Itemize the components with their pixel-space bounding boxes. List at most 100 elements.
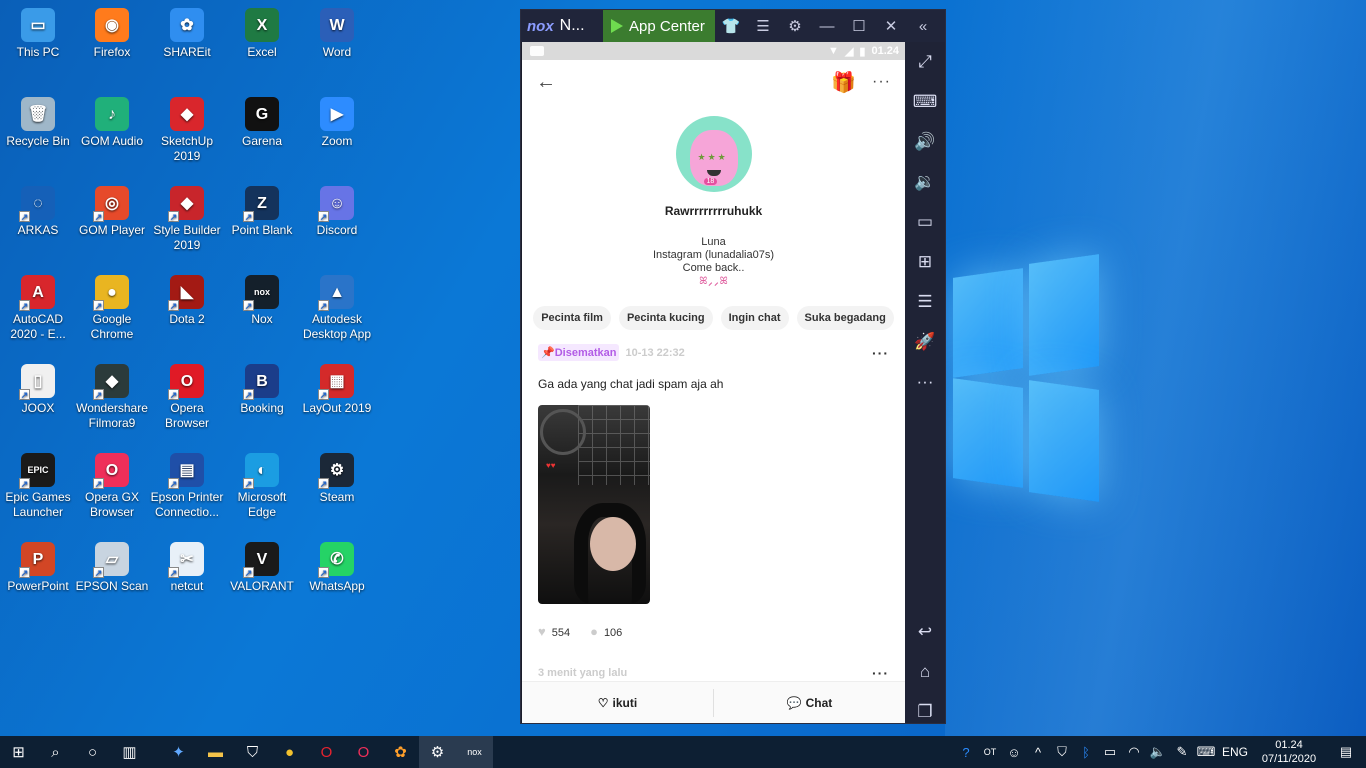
nox-tab[interactable]: nox N... [521, 17, 603, 35]
close-icon[interactable]: ✕ [875, 10, 907, 42]
volume-up-icon[interactable]: 🔊 [905, 122, 945, 162]
dropbox-icon[interactable]: ✦ [160, 736, 197, 768]
task-view-icon[interactable]: ▥ [111, 736, 148, 768]
more-options-icon[interactable]: ··· [872, 73, 891, 91]
action-center-icon[interactable]: ▤ [1326, 744, 1366, 760]
security-shield-icon[interactable]: ⛉ [234, 736, 271, 768]
android-recents-icon[interactable]: ❐ [905, 692, 945, 732]
follow-button[interactable]: ♡ ikuti [522, 696, 713, 710]
desktop-icon[interactable]: A ↗ AutoCAD 2020 - E... [0, 275, 76, 342]
people-icon[interactable]: ☺ [1002, 745, 1026, 760]
desktop-icon[interactable]: ◎ ↗ GOM Player [74, 186, 150, 238]
start-windows-icon[interactable]: ⊞ [0, 736, 37, 768]
desktop-icon[interactable]: ▯ ↗ JOOX [0, 364, 76, 416]
desktop-icon[interactable]: ◆ SketchUp 2019 [149, 97, 225, 164]
desktop-icon[interactable]: O ↗ Opera Browser [149, 364, 225, 431]
desktop-icon[interactable]: ✿ SHAREit [149, 8, 225, 60]
desktop-icon[interactable]: P ↗ PowerPoint [0, 542, 76, 594]
touch-keyboard-icon[interactable]: ⌨ [1194, 744, 1218, 760]
minimize-icon[interactable]: — [811, 10, 843, 42]
language-indicator[interactable]: ENG [1218, 745, 1252, 759]
android-back-icon[interactable]: ↩ [905, 612, 945, 652]
interest-tag[interactable]: Ingin chat [720, 306, 789, 330]
gift-icon[interactable]: 🎁 [831, 70, 856, 95]
interest-tag[interactable]: Suka begadang [796, 306, 894, 330]
volume-down-icon[interactable]: 🔉 [905, 162, 945, 202]
comment-button[interactable]: ● 106 [590, 624, 622, 639]
desktop-icon[interactable]: ◆ ↗ Wondershare Filmora9 [74, 364, 150, 431]
like-button[interactable]: ♥ 554 [538, 624, 570, 639]
desktop-icon[interactable]: ◐ ↗ Microsoft Edge [224, 453, 300, 520]
desktop-icon[interactable]: V ↗ VALORANT [224, 542, 300, 594]
desktop-icon[interactable]: EPIC ↗ Epic Games Launcher [0, 453, 76, 520]
opera-gx-taskbar-icon[interactable]: O [345, 736, 382, 768]
settings-taskbar-icon[interactable]: ⚙ [419, 736, 456, 768]
wifi-tray-icon[interactable]: ◠ [1122, 744, 1146, 760]
post-more-icon[interactable]: ··· [872, 665, 889, 681]
desktop-icon[interactable]: ▶ Zoom [299, 97, 375, 149]
rocket-icon[interactable]: 🚀 [905, 322, 945, 362]
screen-icon[interactable]: ▭ [905, 202, 945, 242]
desktop-icon[interactable]: ✂ ↗ netcut [149, 542, 225, 594]
collapse-sidebar-icon[interactable]: « [907, 10, 939, 42]
more-tools-icon[interactable]: ··· [905, 362, 945, 402]
multi-instance-icon[interactable]: ☰ [905, 282, 945, 322]
search-icon[interactable]: ⌕ [37, 736, 74, 768]
apk-install-icon[interactable]: ⊞ [905, 242, 945, 282]
cortana-icon[interactable]: ○ [74, 736, 111, 768]
back-arrow-icon[interactable]: ← [536, 71, 556, 94]
file-explorer-icon[interactable]: ▬ [197, 736, 234, 768]
desktop-icon[interactable]: 🗑 Recycle Bin [0, 97, 76, 149]
desktop-icon[interactable]: B ↗ Booking [224, 364, 300, 416]
shareit-taskbar-icon[interactable]: ✿ [382, 736, 419, 768]
desktop-icon[interactable]: nox ↗ Nox [224, 275, 300, 327]
defender-icon[interactable]: ⛉ [1050, 744, 1074, 760]
fullscreen-icon[interactable]: ⤢ [905, 42, 945, 82]
pen-icon[interactable]: ✎ [1170, 744, 1194, 760]
desktop-icon[interactable]: ▭ This PC [0, 8, 76, 60]
opera-taskbar-icon[interactable]: O [308, 736, 345, 768]
chat-button[interactable]: 💬 Chat [714, 696, 905, 710]
desktop-icon[interactable]: ♪ GOM Audio [74, 97, 150, 149]
interest-tag[interactable]: Pecinta film [533, 306, 611, 330]
desktop-icon[interactable]: ◆ ↗ Style Builder 2019 [149, 186, 225, 253]
desktop-icon[interactable]: ◣ ↗ Dota 2 [149, 275, 225, 327]
nox-taskbar-icon[interactable]: nox [456, 736, 493, 768]
bluetooth-icon[interactable]: ᛒ [1074, 745, 1098, 760]
desktop-icon[interactable]: ✆ ↗ WhatsApp [299, 542, 375, 594]
nox-title-bar[interactable]: nox N... App Center 👕 ☰ ⚙ — ☐ ✕ « [521, 10, 945, 42]
avatar[interactable]: ★★★ 18 [675, 116, 752, 192]
desktop-icon[interactable]: ◉ Firefox [74, 8, 150, 60]
nox-emulator-window[interactable]: nox N... App Center 👕 ☰ ⚙ — ☐ ✕ « ▼ ◢ ▮ … [520, 9, 946, 724]
app-center-tab[interactable]: App Center [603, 10, 715, 42]
desktop-icon[interactable]: ● ↗ Google Chrome [74, 275, 150, 342]
taskbar-clock[interactable]: 01.24 07/11/2020 [1252, 738, 1326, 766]
keyboard-icon[interactable]: ⌨ [905, 82, 945, 122]
desktop-icon[interactable]: ▱ ↗ EPSON Scan [74, 542, 150, 594]
desktop-icon[interactable]: ▦ ↗ LayOut 2019 [299, 364, 375, 416]
desktop-icon[interactable]: ☺ ↗ Discord [299, 186, 375, 238]
android-home-icon[interactable]: ⌂ [905, 652, 945, 692]
battery-tray-icon[interactable]: ▭ [1098, 744, 1122, 760]
desktop-icon[interactable]: ◌ ↗ ARKAS [0, 186, 76, 238]
settings-gear-icon[interactable]: ⚙ [779, 10, 811, 42]
help-icon[interactable]: ? [954, 745, 978, 760]
menu-icon[interactable]: ☰ [747, 10, 779, 42]
post-photo[interactable]: ♥♥ [538, 405, 650, 604]
desktop-icon[interactable]: ▲ ↗ Autodesk Desktop App [299, 275, 375, 342]
desktop-icon[interactable]: Z ↗ Point Blank [224, 186, 300, 238]
theme-shirt-icon[interactable]: 👕 [715, 10, 747, 42]
desktop-icon[interactable]: ⚙ ↗ Steam [299, 453, 375, 505]
show-hidden-icons-chevron-icon[interactable]: ^ [1026, 745, 1050, 760]
desktop-icon[interactable]: ▤ ↗ Epson Printer Connectio... [149, 453, 225, 520]
user-badge-icon[interactable]: OT [978, 747, 1002, 757]
desktop-icon[interactable]: W Word [299, 8, 375, 60]
chrome-taskbar-icon[interactable]: ● [271, 736, 308, 768]
maximize-icon[interactable]: ☐ [843, 10, 875, 42]
desktop-icon[interactable]: O ↗ Opera GX Browser [74, 453, 150, 520]
post-more-icon[interactable]: ··· [872, 345, 889, 361]
desktop-icon[interactable]: G Garena [224, 97, 300, 149]
desktop-icon[interactable]: X Excel [224, 8, 300, 60]
interest-tag[interactable]: Pecinta kucing [618, 306, 713, 330]
speaker-icon[interactable]: 🔈 [1146, 744, 1170, 760]
